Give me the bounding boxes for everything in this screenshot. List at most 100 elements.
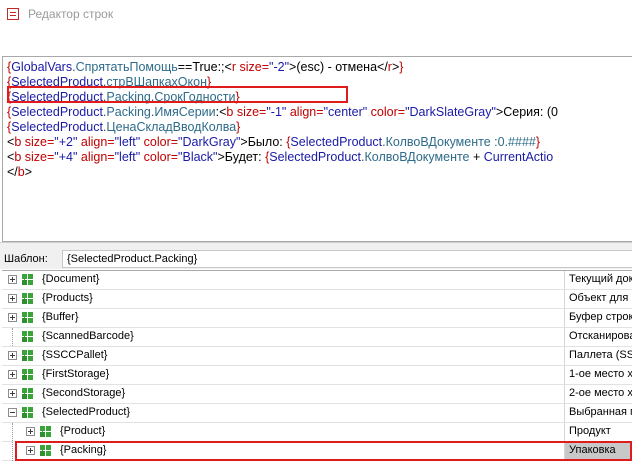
- code-token: +: [469, 150, 484, 164]
- tree-row-description: 1-ое место хр: [564, 366, 632, 384]
- editor-line: </b>: [7, 165, 32, 180]
- object-node-icon: [40, 426, 56, 438]
- tree-row-name-cell: {Document}: [2, 271, 564, 289]
- code-token: ==True:;<: [177, 60, 232, 74]
- tree-row[interactable]: {Buffer} Буфер строк: [2, 309, 632, 328]
- title-bar: Редактор строк: [0, 0, 632, 30]
- editor-line: {SelectedProduct.ЦенаСкладВводКолва}: [7, 120, 240, 135]
- tree-row-description: Паллета (SSC: [564, 347, 632, 365]
- tree-row-label: {ScannedBarcode}: [42, 330, 134, 342]
- code-token: КолвоВДокументе: [364, 150, 470, 164]
- code-token: >Было:: [240, 135, 287, 149]
- tree-row-name-cell: {SelectedProduct}: [2, 404, 564, 422]
- highlight-box-editor-line: [7, 86, 348, 103]
- code-token: color=: [140, 135, 179, 149]
- code-token: color=: [140, 150, 179, 164]
- tree-row-label: {SecondStorage}: [42, 387, 126, 399]
- code-token: КолвоВДокументе: [385, 135, 491, 149]
- code-token: GlobalVars: [11, 60, 73, 74]
- code-token: size=: [21, 135, 55, 149]
- object-node-icon: [22, 274, 38, 286]
- code-token: "DarkGray": [178, 135, 241, 149]
- code-token: "Black": [178, 150, 218, 164]
- object-node-icon: [22, 350, 38, 362]
- tree-connector: [12, 328, 13, 346]
- editor-line: <b size="+4" align="left" color="Black">…: [7, 150, 553, 165]
- expand-icon[interactable]: [26, 427, 35, 436]
- splitter[interactable]: [0, 242, 632, 249]
- code-token: size=: [233, 105, 267, 119]
- object-node-icon: [22, 407, 38, 419]
- tree-row[interactable]: {Products} Объект для н: [2, 290, 632, 309]
- template-row: Шаблон: {SelectedProduct.Packing}: [0, 249, 632, 269]
- editor-line: {GlobalVars.СпрятатьПомощь==True:;<r siz…: [7, 60, 403, 75]
- code-token: ЦенаСкладВводКолва: [106, 120, 237, 134]
- code-token: }: [236, 120, 241, 134]
- code-token: size=: [21, 150, 55, 164]
- tree-row-description: 2-ое место хр: [564, 385, 632, 403]
- tree-row-label: {Buffer}: [42, 311, 79, 323]
- tree-row-label: {SelectedProduct}: [42, 406, 131, 418]
- code-token: color=: [367, 105, 406, 119]
- code-token: Packing: [106, 105, 151, 119]
- tree-row-name-cell: {SSCCPallet}: [2, 347, 564, 365]
- tree-row-name-cell: {ScannedBarcode}: [2, 328, 564, 346]
- expand-icon[interactable]: [8, 389, 17, 398]
- object-node-icon: [22, 331, 38, 343]
- tree-row-name-cell: {FirstStorage}: [2, 366, 564, 384]
- object-node-icon: [22, 312, 38, 324]
- window-title: Редактор строк: [28, 7, 114, 21]
- code-token: CurrentActio: [483, 150, 554, 164]
- code-token: "-2": [269, 60, 290, 74]
- tree-row[interactable]: {Product} Продукт: [2, 423, 632, 442]
- expand-icon[interactable]: [8, 370, 17, 379]
- code-token: align=: [286, 105, 324, 119]
- tree-row-label: {FirstStorage}: [42, 368, 110, 380]
- tree-row-label: {SSCCPallet}: [42, 349, 108, 361]
- code-token: :0.####: [490, 135, 536, 149]
- code-token: >(esc) - отмена</: [289, 60, 388, 74]
- code-token: "+4": [54, 150, 78, 164]
- tree-row-description: Отсканирова: [564, 328, 632, 346]
- tree-row-description: Текущий док: [564, 271, 632, 289]
- tree-connector: [12, 423, 13, 461]
- code-token: "center": [323, 105, 368, 119]
- object-node-icon: [22, 293, 38, 305]
- tree-row[interactable]: {SelectedProduct} Выбранная п: [2, 404, 632, 423]
- tree-row[interactable]: {Document} Текущий док: [2, 271, 632, 290]
- code-token: align=: [77, 135, 115, 149]
- code-token: >: [24, 165, 33, 179]
- tree-row-label: {Products}: [42, 292, 93, 304]
- template-label: Шаблон:: [4, 253, 48, 265]
- code-token: SelectedProduct: [290, 135, 383, 149]
- object-node-icon: [22, 388, 38, 400]
- expand-icon[interactable]: [8, 351, 17, 360]
- variables-tree[interactable]: {Document} Текущий док {Products} Объект дл…: [2, 270, 632, 470]
- string-editor[interactable]: {GlobalVars.СпрятатьПомощь==True:;<r siz…: [2, 56, 632, 242]
- code-token: SelectedProduct: [11, 105, 103, 119]
- code-token: SelectedProduct: [269, 150, 361, 164]
- code-token: "-1": [266, 105, 287, 119]
- collapse-icon[interactable]: [8, 408, 17, 417]
- app-icon: [7, 8, 19, 20]
- tree-row[interactable]: {FirstStorage} 1-ое место хр: [2, 366, 632, 385]
- code-token: >Будет:: [217, 150, 266, 164]
- code-token: b: [17, 165, 25, 179]
- code-token: "DarkSlateGray": [405, 105, 496, 119]
- template-field[interactable]: {SelectedProduct.Packing}: [62, 250, 632, 268]
- code-token: }: [535, 135, 541, 149]
- tree-row[interactable]: {SSCCPallet} Паллета (SSC: [2, 347, 632, 366]
- tree-row-name-cell: {SecondStorage}: [2, 385, 564, 403]
- tree-row-description: Выбранная п: [564, 404, 632, 422]
- tree-row-name-cell: {Product}: [2, 423, 564, 441]
- code-token: SelectedProduct: [11, 120, 103, 134]
- expand-icon[interactable]: [8, 313, 17, 322]
- tree-row-description: Буфер строк: [564, 309, 632, 327]
- expand-icon[interactable]: [8, 275, 17, 284]
- tree-row-name-cell: {Products}: [2, 290, 564, 308]
- tree-row[interactable]: {SecondStorage} 2-ое место хр: [2, 385, 632, 404]
- editor-line: <b size="+2" align="left" color="DarkGra…: [7, 135, 540, 150]
- expand-icon[interactable]: [8, 294, 17, 303]
- highlight-box-packing-row: [15, 441, 632, 461]
- tree-row[interactable]: {ScannedBarcode} Отсканирова: [2, 328, 632, 347]
